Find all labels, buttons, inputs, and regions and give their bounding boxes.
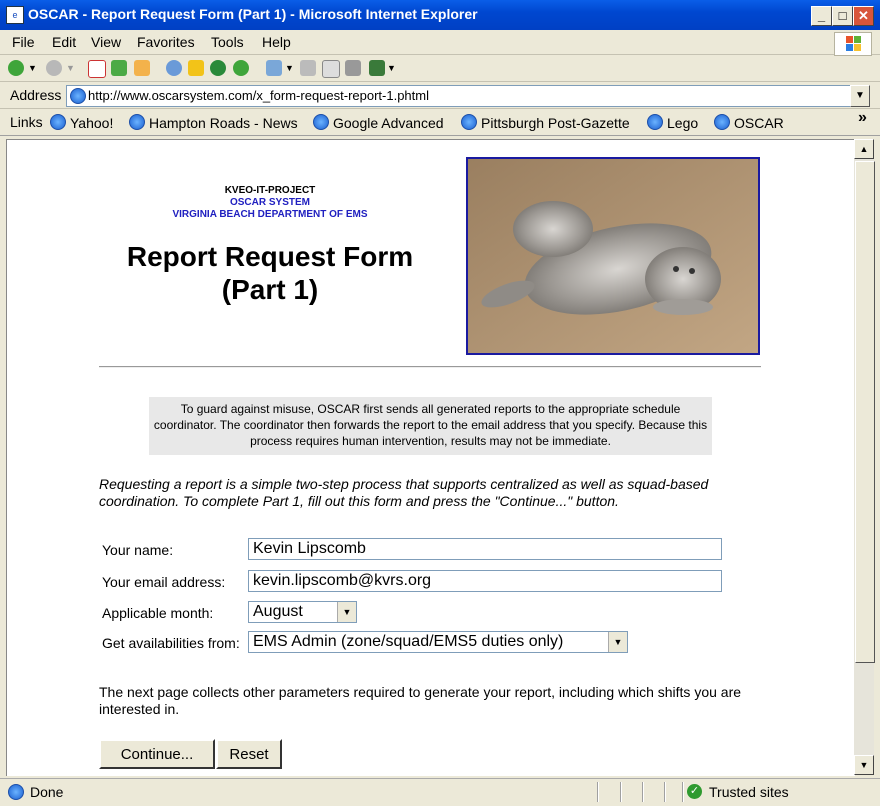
menu-edit[interactable]: Edit xyxy=(52,34,76,50)
status-separator xyxy=(682,782,684,802)
security-zone: Trusted sites xyxy=(709,784,789,800)
status-text: Done xyxy=(30,784,64,800)
page-title-line1: Report Request Form xyxy=(126,241,414,272)
page-title-line2: (Part 1) xyxy=(221,274,319,305)
maximize-button[interactable]: □ xyxy=(832,6,853,26)
stop-icon[interactable] xyxy=(88,60,106,78)
availability-label: Get availabilities from: xyxy=(102,635,240,651)
research-dropdown-icon[interactable]: ▼ xyxy=(387,63,396,73)
scroll-up-icon[interactable]: ▲ xyxy=(854,139,874,159)
chevron-down-icon[interactable]: ▼ xyxy=(337,602,356,622)
address-dropdown-icon[interactable]: ▼ xyxy=(850,85,870,107)
back-icon[interactable] xyxy=(8,60,24,76)
month-select-value: August xyxy=(253,603,303,620)
close-button[interactable]: ✕ xyxy=(853,6,874,26)
research-icon[interactable] xyxy=(369,60,385,76)
name-input[interactable]: Kevin Lipscomb xyxy=(248,538,722,560)
page-title: Report Request Form (Part 1) xyxy=(117,240,423,306)
link-google-advanced[interactable]: Google Advanced xyxy=(313,114,444,131)
scroll-thumb[interactable] xyxy=(855,161,875,663)
link-pittsburgh-post-gazette[interactable]: Pittsburgh Post-Gazette xyxy=(461,114,630,131)
status-separator xyxy=(664,782,666,802)
page-ie-icon xyxy=(70,88,86,104)
email-label: Your email address: xyxy=(102,574,226,590)
minimize-button[interactable]: _ xyxy=(811,6,832,26)
links-label: Links xyxy=(10,114,43,130)
forward-icon[interactable] xyxy=(46,60,62,76)
scroll-down-icon[interactable]: ▼ xyxy=(854,755,874,775)
name-label: Your name: xyxy=(102,542,174,558)
address-url[interactable]: http://www.oscarsystem.com/x_form-reques… xyxy=(88,88,429,103)
link-ie-icon xyxy=(647,114,663,130)
link-label: OSCAR xyxy=(734,115,784,131)
chevron-down-icon[interactable]: ▼ xyxy=(608,632,627,652)
availability-select-value: EMS Admin (zone/squad/EMS5 duties only) xyxy=(253,633,564,650)
links-overflow-icon[interactable]: » xyxy=(858,109,867,127)
status-separator xyxy=(620,782,622,802)
org-project: KVEO-IT-PROJECT xyxy=(224,185,316,196)
link-label: Yahoo! xyxy=(70,115,114,131)
edit-icon[interactable] xyxy=(322,60,340,78)
org-system: OSCAR SYSTEM xyxy=(229,197,310,208)
link-oscar[interactable]: OSCAR xyxy=(714,114,784,131)
link-ie-icon xyxy=(714,114,730,130)
history-icon[interactable] xyxy=(233,60,249,76)
menu-bar: File Edit View Favorites Tools Help xyxy=(0,30,880,56)
month-label: Applicable month: xyxy=(102,605,214,621)
trusted-sites-check-icon: ✓ xyxy=(687,784,702,799)
misuse-notice: To guard against misuse, OSCAR first sen… xyxy=(149,397,712,455)
menu-help[interactable]: Help xyxy=(262,34,291,50)
email-input[interactable]: kevin.lipscomb@kvrs.org xyxy=(248,570,722,592)
link-yahoo[interactable]: Yahoo! xyxy=(50,114,113,131)
status-separator xyxy=(642,782,644,802)
menu-file[interactable]: File xyxy=(12,34,35,50)
address-label: Address xyxy=(10,87,62,103)
status-bar: Done ✓ Trusted sites xyxy=(0,778,880,806)
search-icon[interactable] xyxy=(166,60,182,76)
link-ie-icon xyxy=(313,114,329,130)
link-label: Lego xyxy=(667,115,699,131)
intro-text: Requesting a report is a simple two-step… xyxy=(99,476,709,509)
link-ie-icon xyxy=(461,114,477,130)
link-lego[interactable]: Lego xyxy=(647,114,698,131)
availability-select[interactable]: EMS Admin (zone/squad/EMS5 duties only) … xyxy=(248,631,628,653)
link-ie-icon xyxy=(50,114,66,130)
address-bar: Address http://www.oscarsystem.com/x_for… xyxy=(0,82,880,109)
divider xyxy=(99,366,761,368)
month-select[interactable]: August ▼ xyxy=(248,601,357,623)
window-title-bar[interactable]: e OSCAR - Report Request Form (Part 1) -… xyxy=(0,0,880,30)
ie-app-icon[interactable]: e xyxy=(6,6,24,24)
continue-button[interactable]: Continue... xyxy=(99,739,215,769)
link-label: Google Advanced xyxy=(333,115,444,131)
link-label: Pittsburgh Post-Gazette xyxy=(481,115,630,131)
status-page-icon xyxy=(8,784,24,800)
reset-button[interactable]: Reset xyxy=(216,739,282,769)
link-ie-icon xyxy=(129,114,145,130)
window-title: OSCAR - Report Request Form (Part 1) - M… xyxy=(28,6,478,22)
home-icon[interactable] xyxy=(134,60,150,76)
cat-photo xyxy=(466,157,760,355)
mail-dropdown-icon[interactable]: ▼ xyxy=(285,63,294,73)
windows-logo-icon xyxy=(834,32,872,56)
next-page-note: The next page collects other parameters … xyxy=(99,684,742,717)
back-dropdown-icon[interactable]: ▼ xyxy=(28,63,37,73)
status-separator xyxy=(597,782,599,802)
forward-dropdown-icon[interactable]: ▼ xyxy=(66,63,75,73)
print-icon[interactable] xyxy=(300,60,316,76)
menu-tools[interactable]: Tools xyxy=(211,34,244,50)
link-hampton-roads-news[interactable]: Hampton Roads - News xyxy=(129,114,298,131)
link-label: Hampton Roads - News xyxy=(149,115,298,131)
page-content: KVEO-IT-PROJECT OSCAR SYSTEM VIRGINIA BE… xyxy=(6,139,855,776)
mail-icon[interactable] xyxy=(266,60,282,76)
links-bar: Links Yahoo! Hampton Roads - News Google… xyxy=(0,109,880,136)
favorites-star-icon[interactable] xyxy=(188,60,204,76)
menu-favorites[interactable]: Favorites xyxy=(137,34,195,50)
refresh-icon[interactable] xyxy=(111,60,127,76)
media-icon[interactable] xyxy=(210,60,226,76)
menu-view[interactable]: View xyxy=(91,34,121,50)
standard-toolbar: ▼ ▼ ▼ ▼ xyxy=(0,55,880,82)
org-department: VIRGINIA BEACH DEPARTMENT OF EMS xyxy=(172,209,368,220)
discuss-icon[interactable] xyxy=(345,60,361,76)
vertical-scrollbar[interactable]: ▲ ▼ xyxy=(854,139,875,775)
